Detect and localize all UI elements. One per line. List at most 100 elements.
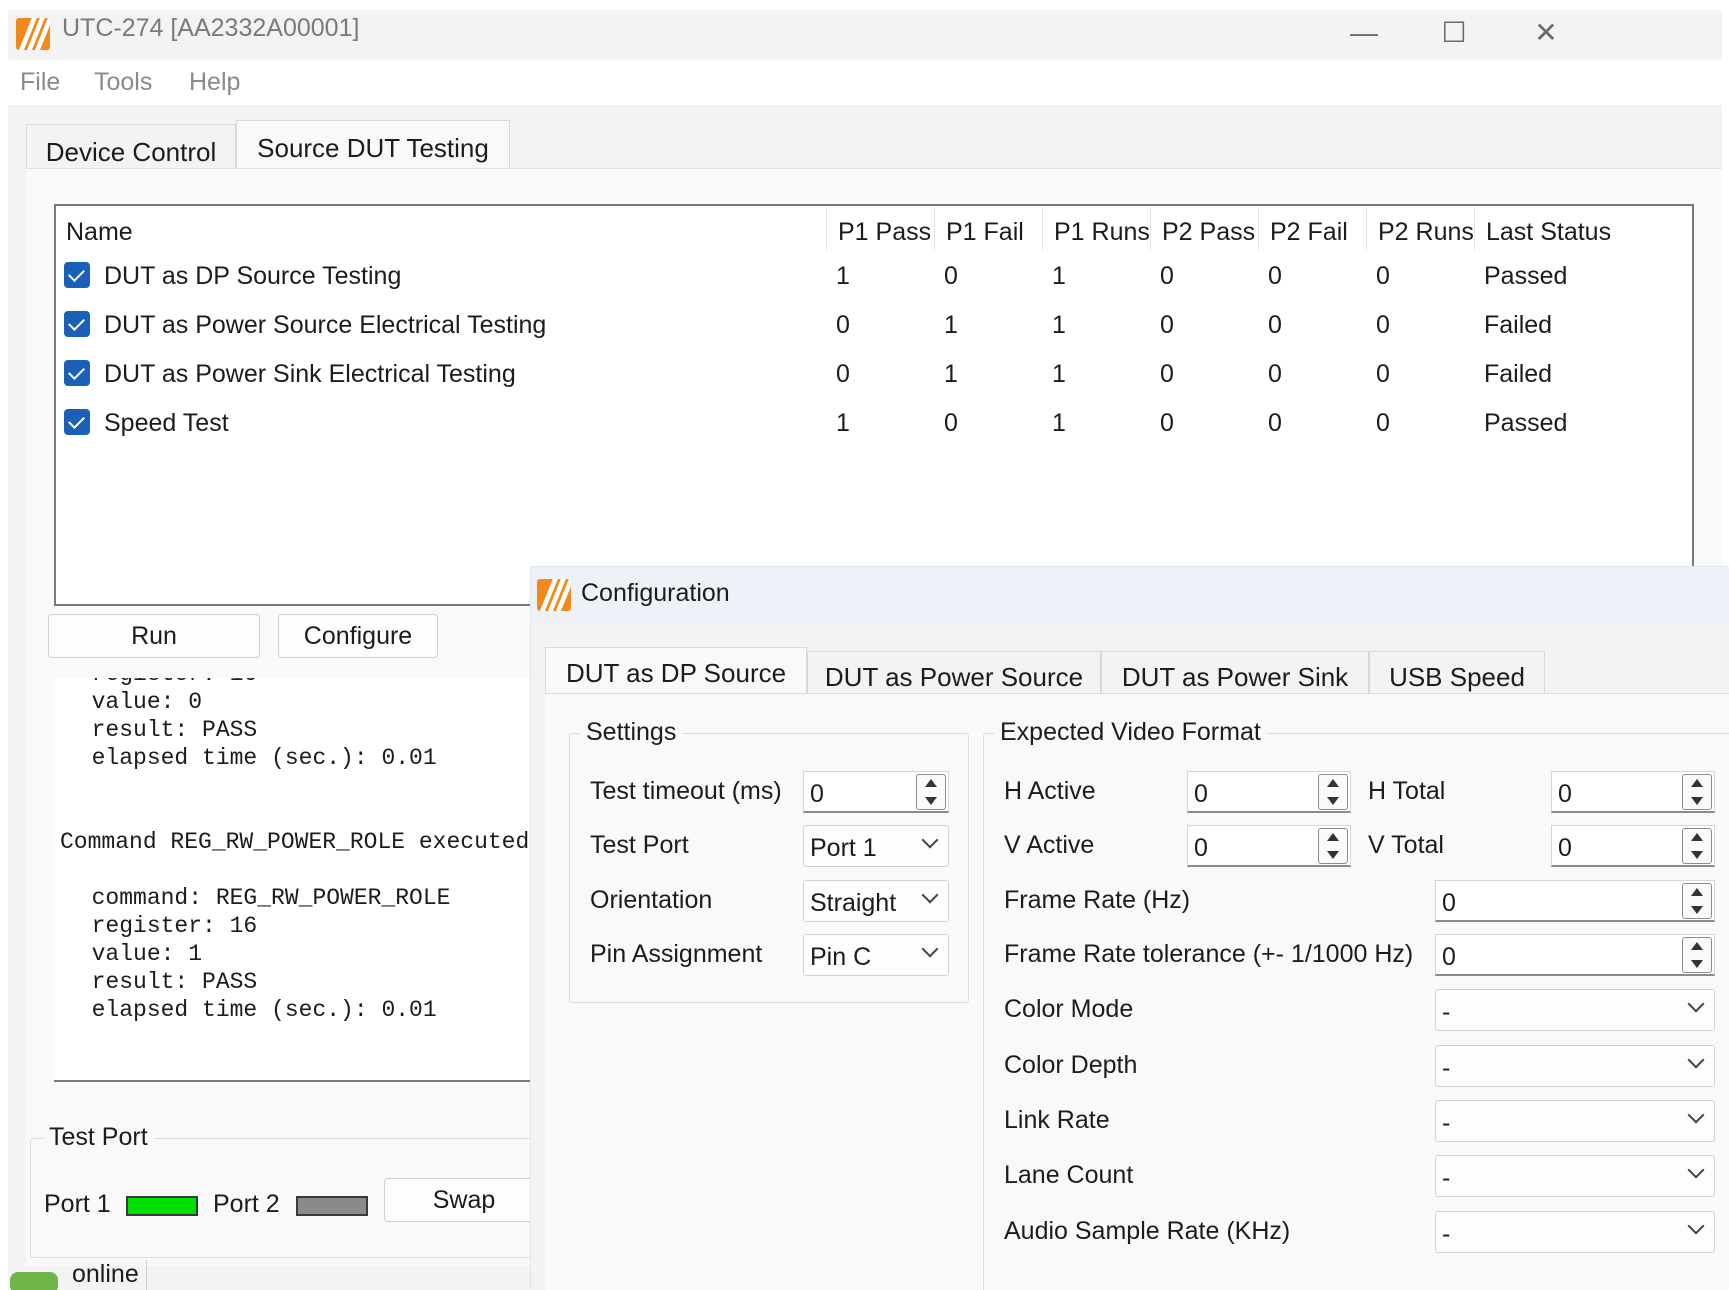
chevron-down-icon — [1687, 1217, 1705, 1235]
lane-count-combo[interactable]: - — [1435, 1155, 1715, 1197]
row-checkbox[interactable] — [64, 311, 90, 337]
column-header-p2-runs[interactable]: P2 Runs — [1378, 218, 1474, 247]
row-status: Failed — [1484, 311, 1553, 339]
spin-arrows-icon[interactable] — [1318, 828, 1348, 864]
spin-arrows-icon[interactable] — [1682, 937, 1712, 973]
lane-count-label: Lane Count — [1004, 1161, 1134, 1189]
run-button[interactable]: Run — [48, 614, 260, 658]
color-mode-combo[interactable]: - — [1435, 989, 1715, 1031]
test-port-label: Test Port — [590, 831, 689, 859]
h-active-label: H Active — [1004, 777, 1096, 805]
column-header-last-status[interactable]: Last Status — [1486, 218, 1611, 247]
tab-usb-speed[interactable]: USB Speed — [1369, 651, 1545, 697]
menu-help[interactable]: Help — [189, 68, 240, 97]
test-timeout-label: Test timeout (ms) — [590, 777, 782, 805]
log-line: register: 16 — [64, 678, 258, 688]
row-p1-fail: 0 — [944, 409, 958, 437]
table-row[interactable]: DUT as DP Source Testing 1 0 1 0 0 0 Pas… — [56, 252, 1692, 301]
link-rate-label: Link Rate — [1004, 1106, 1110, 1134]
row-p1-pass: 0 — [836, 311, 850, 339]
test-port-combo[interactable]: Port 1 — [803, 825, 949, 867]
v-total-spinbox[interactable]: 0 — [1551, 825, 1715, 867]
h-active-spinbox[interactable]: 0 — [1187, 771, 1351, 813]
row-name: DUT as Power Sink Electrical Testing — [104, 360, 516, 388]
test-table: Name P1 Pass P1 Fail P1 Runs P2 Pass P2 … — [54, 204, 1694, 606]
row-p1-runs: 1 — [1052, 360, 1066, 388]
row-name: DUT as DP Source Testing — [104, 262, 402, 290]
log-line: elapsed time (sec.): 0.01 — [64, 745, 437, 771]
app-logo-icon — [537, 579, 571, 611]
row-p1-pass: 0 — [836, 360, 850, 388]
window-title: UTC-274 [AA2332A00001] — [62, 14, 360, 42]
chevron-down-icon — [1687, 995, 1705, 1013]
tab-source-dut-testing[interactable]: Source DUT Testing — [236, 120, 510, 174]
column-header-p1-fail[interactable]: P1 Fail — [946, 218, 1024, 247]
orientation-combo[interactable]: Straight — [803, 880, 949, 922]
menu-tools[interactable]: Tools — [94, 68, 152, 97]
color-depth-combo[interactable]: - — [1435, 1045, 1715, 1087]
frame-rate-tolerance-spinbox[interactable]: 0 — [1435, 934, 1715, 976]
tab-dut-power-sink[interactable]: DUT as Power Sink — [1101, 651, 1369, 697]
column-header-name[interactable]: Name — [66, 218, 133, 247]
test-port-legend: Test Port — [43, 1123, 154, 1152]
chevron-down-icon — [921, 831, 939, 849]
audio-sample-rate-label: Audio Sample Rate (KHz) — [1004, 1217, 1291, 1245]
row-checkbox[interactable] — [64, 409, 90, 435]
row-p2-runs: 0 — [1376, 262, 1390, 290]
column-separator — [1258, 208, 1259, 250]
link-rate-combo[interactable]: - — [1435, 1100, 1715, 1142]
tab-dut-dp-source[interactable]: DUT as DP Source — [545, 647, 807, 699]
row-p1-runs: 1 — [1052, 262, 1066, 290]
row-checkbox[interactable] — [64, 360, 90, 386]
table-row[interactable]: Speed Test 1 0 1 0 0 0 Passed — [56, 399, 1692, 448]
v-active-spinbox[interactable]: 0 — [1187, 825, 1351, 867]
pin-assignment-combo[interactable]: Pin C — [803, 934, 949, 976]
maximize-button[interactable]: ☐ — [1424, 10, 1484, 60]
chevron-down-icon — [921, 886, 939, 904]
close-button[interactable]: ✕ — [1516, 10, 1576, 60]
test-timeout-spinbox[interactable]: 0 — [803, 771, 949, 813]
column-header-p2-pass[interactable]: P2 Pass — [1162, 218, 1255, 247]
row-p2-runs: 0 — [1376, 360, 1390, 388]
row-p1-runs: 1 — [1052, 409, 1066, 437]
row-p2-fail: 0 — [1268, 360, 1282, 388]
column-header-p1-runs[interactable]: P1 Runs — [1054, 218, 1150, 247]
tab-device-control[interactable]: Device Control — [26, 124, 236, 174]
row-p1-pass: 1 — [836, 409, 850, 437]
row-name: Speed Test — [104, 409, 229, 437]
log-line: result: PASS — [64, 717, 258, 743]
log-output[interactable]: register: 16 value: 0 result: PASS elaps… — [54, 678, 584, 1082]
spin-arrows-icon[interactable] — [916, 774, 946, 810]
table-row[interactable]: DUT as Power Source Electrical Testing 0… — [56, 301, 1692, 350]
audio-sample-rate-value: - — [1442, 1220, 1451, 1248]
pin-assignment-label: Pin Assignment — [590, 940, 763, 968]
log-line: value: 0 — [64, 689, 203, 715]
row-status: Failed — [1484, 360, 1553, 388]
configure-button[interactable]: Configure — [278, 614, 438, 658]
spin-arrows-icon[interactable] — [1682, 774, 1712, 810]
v-active-value: 0 — [1194, 834, 1208, 862]
frame-rate-spinbox[interactable]: 0 — [1435, 880, 1715, 922]
row-p1-fail: 1 — [944, 360, 958, 388]
chevron-down-icon — [1687, 1161, 1705, 1179]
audio-sample-rate-combo[interactable]: - — [1435, 1211, 1715, 1253]
swap-button[interactable]: Swap — [384, 1178, 544, 1222]
spin-arrows-icon[interactable] — [1682, 883, 1712, 919]
menu-file[interactable]: File — [20, 68, 60, 97]
spin-arrows-icon[interactable] — [1318, 774, 1348, 810]
table-row[interactable]: DUT as Power Sink Electrical Testing 0 1… — [56, 350, 1692, 399]
row-p2-fail: 0 — [1268, 311, 1282, 339]
column-separator — [1150, 208, 1151, 250]
link-rate-value: - — [1442, 1109, 1451, 1137]
h-total-spinbox[interactable]: 0 — [1551, 771, 1715, 813]
column-header-p2-fail[interactable]: P2 Fail — [1270, 218, 1348, 247]
orientation-label: Orientation — [590, 886, 713, 914]
log-line: elapsed time (sec.): 0.01 — [64, 997, 437, 1023]
h-active-value: 0 — [1194, 780, 1208, 808]
spin-arrows-icon[interactable] — [1682, 828, 1712, 864]
minimize-button[interactable]: — — [1334, 10, 1394, 60]
expected-video-format-legend: Expected Video Format — [994, 718, 1267, 747]
column-header-p1-pass[interactable]: P1 Pass — [838, 218, 931, 247]
row-checkbox[interactable] — [64, 262, 90, 288]
tab-dut-power-source[interactable]: DUT as Power Source — [807, 651, 1101, 697]
